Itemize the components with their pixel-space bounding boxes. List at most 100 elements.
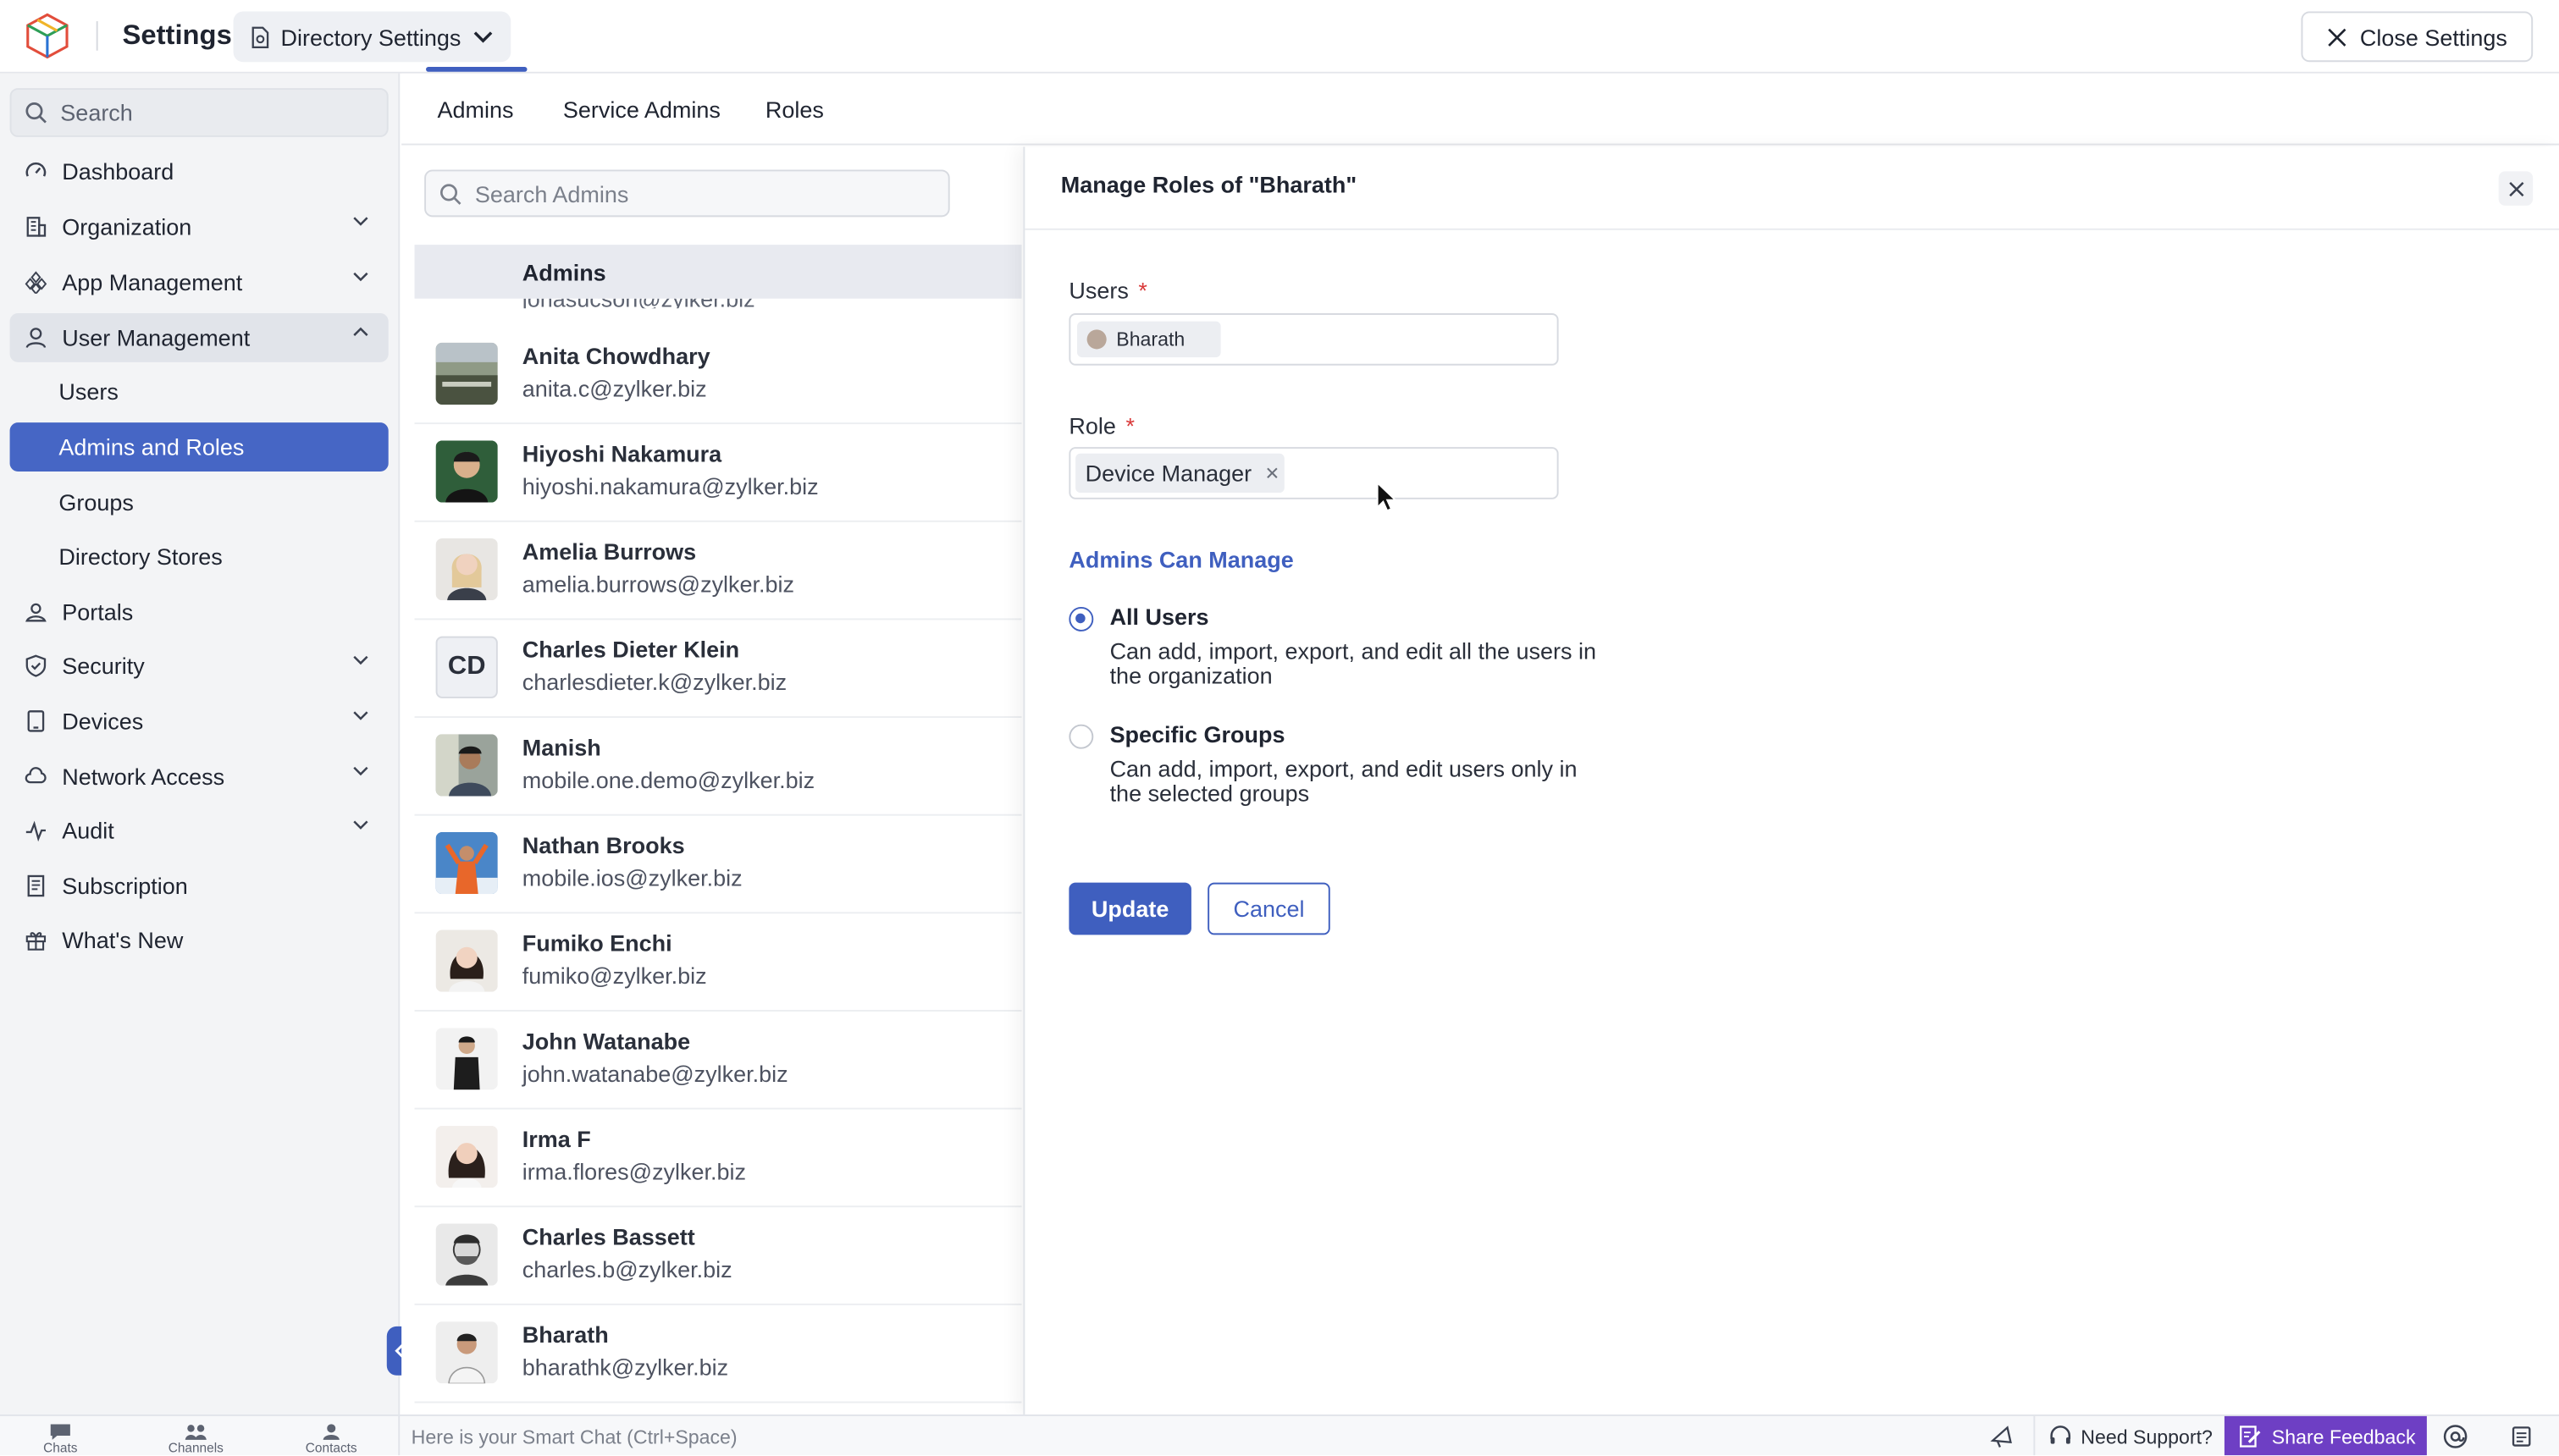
sidebar-item-organization[interactable]: Organization bbox=[10, 202, 389, 251]
sidebar-item-portals[interactable]: Portals bbox=[10, 587, 389, 637]
user-chip[interactable]: Bharath bbox=[1077, 321, 1221, 358]
notes-icon[interactable] bbox=[2508, 1423, 2534, 1451]
panel-close-button[interactable] bbox=[2498, 171, 2534, 206]
devices-icon bbox=[23, 708, 49, 734]
table-row[interactable]: John Watanabe john.watanabe@zylker.biz bbox=[414, 1012, 1022, 1110]
avatar bbox=[435, 1321, 498, 1384]
cancel-button[interactable]: Cancel bbox=[1208, 882, 1330, 935]
sidebar-item-label: Network Access bbox=[62, 763, 225, 790]
smart-chat-input[interactable]: Here is your Smart Chat (Ctrl+Space) bbox=[412, 1426, 738, 1448]
tab-service-admins[interactable]: Service Admins bbox=[563, 97, 721, 123]
sidebar-item-app-management[interactable]: App Management bbox=[10, 258, 389, 307]
admin-name: Manish bbox=[522, 734, 601, 761]
table-row[interactable]: Amelia Burrows amelia.burrows@zylker.biz bbox=[414, 522, 1022, 620]
table-row[interactable]: Manish mobile.one.demo@zylker.biz bbox=[414, 718, 1022, 816]
avatar bbox=[435, 1223, 498, 1286]
table-row[interactable]: Nathan Brooks mobile.ios@zylker.biz bbox=[414, 816, 1022, 914]
search-admins-placeholder: Search Admins bbox=[474, 179, 629, 207]
dashboard-icon bbox=[23, 158, 49, 185]
table-row[interactable]: Irma F irma.flores@zylker.biz bbox=[414, 1110, 1022, 1208]
sidebar-item-label: Portals bbox=[62, 598, 134, 626]
remove-role-icon[interactable]: ✕ bbox=[1265, 462, 1280, 483]
sidebar-item-subscription[interactable]: Subscription bbox=[10, 862, 389, 911]
document-icon bbox=[251, 25, 269, 48]
avatar bbox=[435, 929, 498, 992]
sidebar-item-users[interactable]: Users bbox=[10, 367, 389, 416]
admin-email: irma.flores@zylker.biz bbox=[522, 1158, 747, 1185]
audit-icon bbox=[23, 818, 49, 844]
admin-email: mobile.one.demo@zylker.biz bbox=[522, 766, 815, 793]
sidebar-item-directory-stores[interactable]: Directory Stores bbox=[10, 532, 389, 581]
sidebar-item-user-management[interactable]: User Management bbox=[9, 313, 389, 362]
chevron-down-icon bbox=[353, 766, 368, 776]
megaphone-icon[interactable] bbox=[1989, 1423, 2017, 1451]
all-users-radio[interactable] bbox=[1069, 606, 1094, 631]
sidebar-item-network-access[interactable]: Network Access bbox=[10, 752, 389, 801]
sidebar-item-label: User Management bbox=[62, 324, 251, 351]
table-row[interactable]: Hiyoshi Nakamura hiyoshi.nakamura@zylker… bbox=[414, 424, 1022, 522]
bottom-bar: Chats Channels Contacts Here is your Sma… bbox=[0, 1414, 2559, 1456]
bottom-divider bbox=[398, 1415, 401, 1456]
tab-admins[interactable]: Admins bbox=[438, 97, 514, 123]
chevron-up-icon bbox=[353, 327, 368, 336]
nav-contacts[interactable]: Contacts bbox=[282, 1416, 380, 1455]
update-button[interactable]: Update bbox=[1069, 882, 1191, 935]
avatar bbox=[435, 342, 498, 405]
need-support-label: Need Support? bbox=[2081, 1425, 2213, 1448]
sidebar-item-security[interactable]: Security bbox=[10, 641, 389, 690]
sidebar-item-admins-and-roles[interactable]: Admins and Roles bbox=[9, 422, 389, 472]
top-bar: Settings Directory Settings Close Settin… bbox=[0, 0, 2559, 74]
admin-email: john.watanabe@zylker.biz bbox=[522, 1060, 788, 1087]
nav-channels[interactable]: Channels bbox=[146, 1416, 245, 1455]
sidebar-item-label: Organization bbox=[62, 213, 192, 240]
table-row[interactable]: Charles Bassett charles.b@zylker.biz bbox=[414, 1207, 1022, 1305]
table-row[interactable]: Anita Chowdhary anita.c@zylker.biz bbox=[414, 326, 1022, 425]
need-support-button[interactable]: Need Support? bbox=[2033, 1415, 2223, 1456]
admin-name: Fumiko Enchi bbox=[522, 929, 672, 957]
nav-chats[interactable]: Chats bbox=[11, 1416, 109, 1455]
nav-label: Chats bbox=[43, 1440, 78, 1456]
sidebar-item-groups[interactable]: Groups bbox=[10, 478, 389, 527]
users-label-text: Users bbox=[1069, 277, 1129, 304]
avatar bbox=[435, 538, 498, 601]
avatar bbox=[435, 1028, 498, 1090]
sidebar-item-label: Users bbox=[58, 378, 119, 405]
sidebar-item-label: Subscription bbox=[62, 873, 188, 899]
table-row[interactable]: Bharath bharathk@zylker.biz bbox=[414, 1305, 1022, 1404]
avatar bbox=[435, 734, 498, 797]
admin-email: amelia.burrows@zylker.biz bbox=[522, 571, 795, 598]
sidebar-item-devices[interactable]: Devices bbox=[10, 697, 389, 746]
sidebar-item-label: Audit bbox=[62, 817, 114, 844]
share-feedback-button[interactable]: Share Feedback bbox=[2224, 1415, 2427, 1456]
sidebar-search-input[interactable]: Search bbox=[9, 88, 389, 137]
sidebar-search-placeholder: Search bbox=[60, 99, 133, 126]
mention-icon[interactable] bbox=[2441, 1423, 2469, 1451]
sidebar-item-label: Devices bbox=[62, 708, 144, 735]
panel-header: Manage Roles of "Bharath" bbox=[1025, 146, 2559, 230]
admin-name: Hiyoshi Nakamura bbox=[522, 440, 722, 467]
user-chip-label: Bharath bbox=[1116, 328, 1186, 351]
table-row[interactable]: Fumiko Enchi fumiko@zylker.biz bbox=[414, 913, 1022, 1012]
user-icon bbox=[23, 325, 49, 351]
sidebar-item-audit[interactable]: Audit bbox=[10, 806, 389, 855]
admins-can-manage-heading: Admins Can Manage bbox=[1069, 546, 1294, 573]
search-icon bbox=[25, 102, 47, 124]
cloud-icon bbox=[23, 764, 49, 790]
search-admins-input[interactable]: Search Admins bbox=[424, 169, 950, 218]
specific-groups-radio[interactable] bbox=[1069, 724, 1094, 749]
sidebar-item-dashboard[interactable]: Dashboard bbox=[10, 146, 389, 196]
option-description: Can add, import, export, and edit all th… bbox=[1109, 637, 1597, 689]
role-field-label: Role * bbox=[1069, 413, 1135, 439]
avatar bbox=[435, 831, 498, 895]
tab-roles[interactable]: Roles bbox=[765, 97, 824, 123]
directory-settings-dropdown[interactable]: Directory Settings bbox=[233, 11, 511, 63]
admin-list-pane: Search Admins jonasucson@zylker.biz Admi… bbox=[401, 146, 1022, 1415]
users-field[interactable]: Bharath bbox=[1069, 313, 1559, 366]
role-field[interactable]: Device Manager ✕ bbox=[1069, 447, 1559, 499]
table-row[interactable]: CD Charles Dieter Klein charlesdieter.k@… bbox=[414, 620, 1022, 719]
close-settings-button[interactable]: Close Settings bbox=[2301, 11, 2534, 63]
panel-title: Manage Roles of "Bharath" bbox=[1060, 171, 1357, 198]
app-logo-icon bbox=[26, 13, 69, 59]
sidebar-item-whats-new[interactable]: What's New bbox=[10, 915, 389, 964]
admin-email: hiyoshi.nakamura@zylker.biz bbox=[522, 472, 819, 499]
